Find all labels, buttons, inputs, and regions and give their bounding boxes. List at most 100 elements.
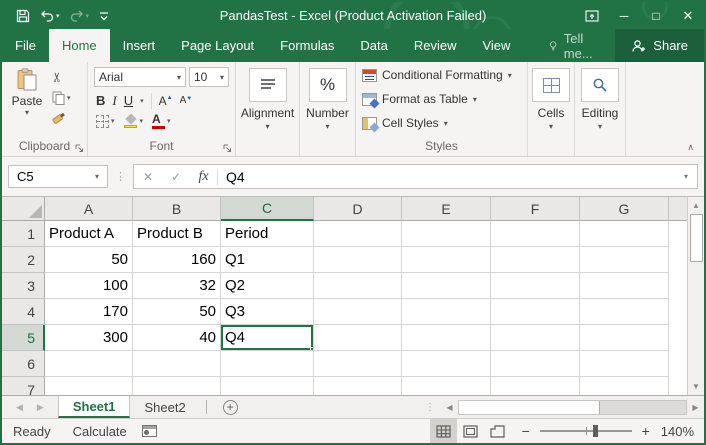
row-header-3[interactable]: 3 bbox=[2, 273, 45, 299]
alignment-button[interactable]: Alignment ▾ bbox=[236, 62, 299, 131]
cell-B4[interactable]: 50 bbox=[133, 299, 221, 325]
cell-F5[interactable] bbox=[491, 325, 580, 351]
tell-me-box[interactable]: Tell me... bbox=[537, 29, 615, 62]
horizontal-scrollbar[interactable]: ⋮ ◀ ▶ bbox=[419, 396, 704, 418]
cell-E4[interactable] bbox=[402, 299, 491, 325]
font-color-button[interactable]: A ▾ bbox=[152, 113, 171, 129]
cell-C4[interactable]: Q3 bbox=[221, 299, 314, 325]
enter-button[interactable]: ✓ bbox=[162, 170, 190, 184]
row-header-7[interactable]: 7 bbox=[2, 377, 45, 395]
cell-C7[interactable] bbox=[221, 377, 314, 395]
cell-B2[interactable]: 160 bbox=[133, 247, 221, 273]
clipboard-dialog-launcher[interactable] bbox=[75, 144, 84, 153]
row-header-5[interactable]: 5 bbox=[2, 325, 45, 351]
cell-B5[interactable]: 40 bbox=[133, 325, 221, 351]
column-header-B[interactable]: B bbox=[133, 197, 221, 221]
name-box-dropdown-icon[interactable]: ▾ bbox=[95, 172, 99, 181]
status-calculate[interactable]: Calculate bbox=[62, 424, 138, 439]
zoom-slider-thumb[interactable] bbox=[593, 425, 598, 437]
cell-C6[interactable] bbox=[221, 351, 314, 377]
increase-font-size-button[interactable]: A ▲ bbox=[159, 94, 173, 108]
cell-C5-active[interactable]: Q4 bbox=[221, 325, 314, 351]
cell-D4[interactable] bbox=[314, 299, 402, 325]
collapse-ribbon-button[interactable]: ∧ bbox=[687, 142, 694, 153]
copy-dropdown-icon[interactable]: ▾ bbox=[67, 94, 71, 102]
bold-button[interactable]: B bbox=[96, 93, 105, 108]
tab-insert[interactable]: Insert bbox=[110, 29, 169, 62]
decrease-font-size-button[interactable]: A ▼ bbox=[180, 95, 193, 106]
cell-F4[interactable] bbox=[491, 299, 580, 325]
cell-F1[interactable] bbox=[491, 221, 580, 247]
font-size-select[interactable]: 10 ▾ bbox=[189, 67, 229, 87]
format-painter-button[interactable] bbox=[52, 111, 71, 127]
cell-G5[interactable] bbox=[580, 325, 669, 351]
insert-function-button[interactable]: fx bbox=[190, 169, 218, 185]
maximize-button[interactable]: □ bbox=[640, 2, 672, 29]
fill-color-button[interactable]: ▾ bbox=[124, 113, 144, 129]
cell-A1[interactable]: Product A bbox=[45, 221, 133, 247]
formula-input[interactable]: Q4 bbox=[218, 169, 675, 185]
ribbon-display-options-button[interactable] bbox=[576, 2, 608, 29]
redo-button[interactable]: ▾ bbox=[66, 7, 94, 25]
cell-F7[interactable] bbox=[491, 377, 580, 395]
column-header-D[interactable]: D bbox=[314, 197, 402, 221]
cell-D5[interactable] bbox=[314, 325, 402, 351]
cell-G6[interactable] bbox=[580, 351, 669, 377]
cell-G2[interactable] bbox=[580, 247, 669, 273]
redo-dropdown-icon[interactable]: ▾ bbox=[86, 12, 90, 20]
cell-E6[interactable] bbox=[402, 351, 491, 377]
cell-E1[interactable] bbox=[402, 221, 491, 247]
tab-file[interactable]: File bbox=[2, 29, 49, 62]
row-header-2[interactable]: 2 bbox=[2, 247, 45, 273]
cell-C3[interactable]: Q2 bbox=[221, 273, 314, 299]
undo-button[interactable]: ▾ bbox=[36, 7, 64, 25]
tab-data[interactable]: Data bbox=[347, 29, 400, 62]
cell-F3[interactable] bbox=[491, 273, 580, 299]
previous-sheet-icon[interactable]: ◀ bbox=[16, 402, 23, 413]
cell-D1[interactable] bbox=[314, 221, 402, 247]
paste-button[interactable]: Paste ▾ bbox=[6, 66, 48, 127]
underline-button[interactable]: U bbox=[124, 93, 133, 108]
horizontal-scroll-thumb[interactable] bbox=[459, 401, 600, 414]
editing-button[interactable]: Editing ▾ bbox=[575, 62, 625, 131]
scroll-up-icon[interactable]: ▲ bbox=[688, 197, 704, 214]
undo-dropdown-icon[interactable]: ▾ bbox=[56, 12, 60, 20]
cell-A7[interactable] bbox=[45, 377, 133, 395]
column-header-G[interactable]: G bbox=[580, 197, 669, 221]
font-dialog-launcher[interactable] bbox=[223, 144, 232, 153]
copy-button[interactable]: ▾ bbox=[52, 90, 71, 106]
next-sheet-icon[interactable]: ▶ bbox=[37, 402, 44, 413]
cell-G3[interactable] bbox=[580, 273, 669, 299]
row-header-1[interactable]: 1 bbox=[2, 221, 45, 247]
cells-button[interactable]: Cells ▾ bbox=[528, 62, 574, 131]
zoom-out-button[interactable]: − bbox=[520, 423, 532, 439]
tab-review[interactable]: Review bbox=[401, 29, 470, 62]
tab-formulas[interactable]: Formulas bbox=[267, 29, 347, 62]
macro-record-icon[interactable] bbox=[142, 425, 157, 437]
column-header-F[interactable]: F bbox=[491, 197, 580, 221]
normal-view-button[interactable] bbox=[430, 419, 457, 444]
sheet-tab-sheet2[interactable]: Sheet2 bbox=[130, 396, 199, 418]
save-button[interactable] bbox=[12, 6, 34, 26]
row-header-6[interactable]: 6 bbox=[2, 351, 45, 377]
cell-B6[interactable] bbox=[133, 351, 221, 377]
page-break-preview-button[interactable] bbox=[484, 419, 511, 444]
borders-button[interactable]: ▾ bbox=[96, 113, 115, 129]
format-as-table-button[interactable]: Format as Table ▾ bbox=[356, 88, 527, 110]
cell-D7[interactable] bbox=[314, 377, 402, 395]
cell-C2[interactable]: Q1 bbox=[221, 247, 314, 273]
scroll-down-icon[interactable]: ▼ bbox=[688, 378, 704, 395]
minimize-button[interactable]: ─ bbox=[608, 2, 640, 29]
conditional-formatting-button[interactable]: Conditional Formatting ▾ bbox=[356, 64, 527, 86]
cell-G1[interactable] bbox=[580, 221, 669, 247]
page-layout-view-button[interactable] bbox=[457, 419, 484, 444]
zoom-level[interactable]: 140% bbox=[661, 424, 704, 439]
column-header-C[interactable]: C bbox=[221, 197, 314, 221]
select-all-button[interactable] bbox=[2, 197, 45, 221]
horizontal-scroll-track[interactable] bbox=[458, 400, 687, 415]
zoom-in-button[interactable]: + bbox=[640, 423, 652, 439]
cell-G7[interactable] bbox=[580, 377, 669, 395]
customize-quick-access-button[interactable] bbox=[95, 8, 113, 24]
cell-A4[interactable]: 170 bbox=[45, 299, 133, 325]
number-button[interactable]: % Number ▾ bbox=[300, 62, 355, 131]
